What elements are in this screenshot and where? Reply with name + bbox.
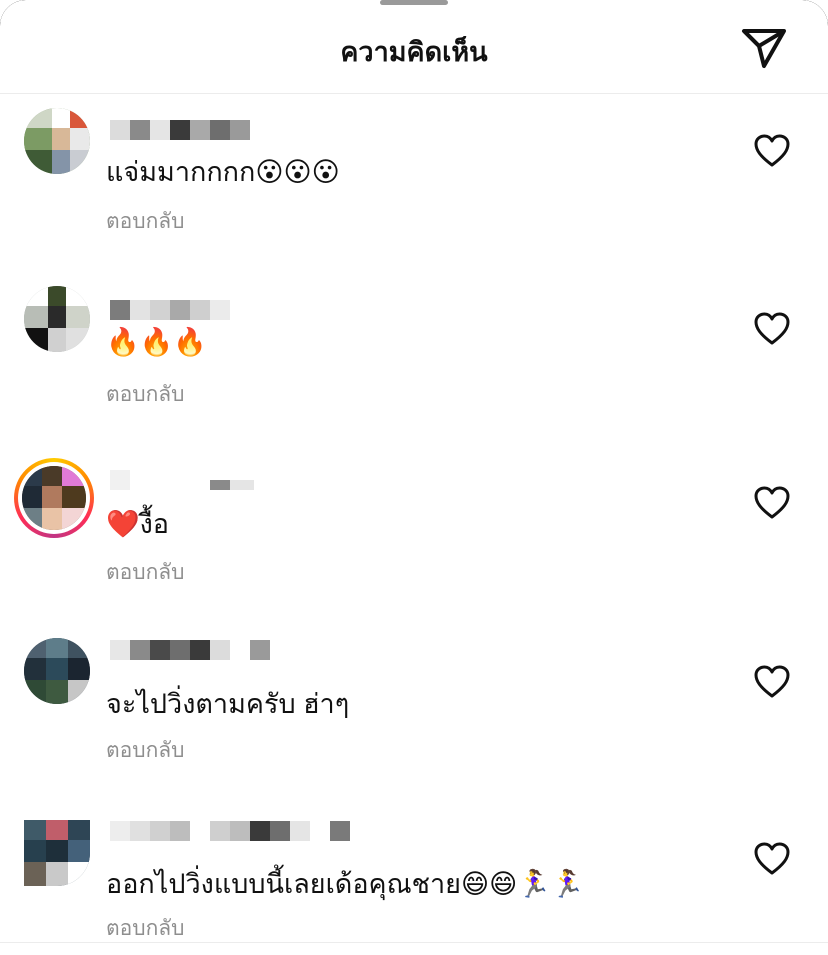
reply-button[interactable]: ตอบกลับ [106, 912, 185, 945]
comment-text: ❤️งื้อ [106, 509, 170, 539]
avatar[interactable] [24, 638, 90, 704]
like-button[interactable] [754, 312, 790, 346]
heart-outline-icon [754, 134, 790, 167]
reply-button[interactable]: ตอบกลับ [106, 556, 185, 589]
avatar[interactable] [24, 108, 90, 174]
like-button[interactable] [754, 842, 790, 876]
comments-sheet: ความคิดเห็น แจ่มมากกกก😮😮😮 ตอบกลับ 🔥🔥🔥 ตอ… [0, 0, 828, 955]
comment-text: ออกไปวิ่งแบบนี้เลยเด้อคุณชาย😄😄🏃‍♀️🏃‍♀️ [106, 869, 585, 899]
comment-item: 🔥🔥🔥 ตอบกลับ [0, 278, 828, 428]
comment-text: จะไปวิ่งตามครับ ฮ่าๆ [106, 689, 350, 719]
like-button[interactable] [754, 134, 790, 168]
reply-button[interactable]: ตอบกลับ [106, 205, 185, 238]
divider [0, 942, 828, 943]
heart-outline-icon [754, 312, 790, 345]
comment-text: แจ่มมากกกก😮😮😮 [106, 157, 340, 187]
reply-button[interactable]: ตอบกลับ [106, 734, 185, 767]
comment-item: ออกไปวิ่งแบบนี้เลยเด้อคุณชาย😄😄🏃‍♀️🏃‍♀️ ต… [0, 812, 828, 942]
story-ring-avatar[interactable] [14, 458, 94, 538]
paper-plane-icon [742, 29, 786, 68]
page-title: ความคิดเห็น [340, 37, 488, 67]
heart-outline-icon [754, 842, 790, 875]
comment-item: แจ่มมากกกก😮😮😮 ตอบกลับ [0, 100, 828, 250]
reply-button[interactable]: ตอบกลับ [106, 378, 185, 411]
heart-outline-icon [754, 486, 790, 519]
like-button[interactable] [754, 486, 790, 520]
comment-item: จะไปวิ่งตามครับ ฮ่าๆ ตอบกลับ [0, 632, 828, 782]
avatar[interactable] [24, 820, 90, 886]
share-button[interactable] [738, 26, 790, 72]
like-button[interactable] [754, 665, 790, 699]
avatar[interactable] [24, 286, 90, 352]
heart-outline-icon [754, 665, 790, 698]
comments-header: ความคิดเห็น [0, 0, 828, 94]
avatar [22, 466, 86, 530]
comment-item: ❤️งื้อ ตอบกลับ [0, 452, 828, 602]
comment-text: 🔥🔥🔥 [106, 327, 207, 357]
